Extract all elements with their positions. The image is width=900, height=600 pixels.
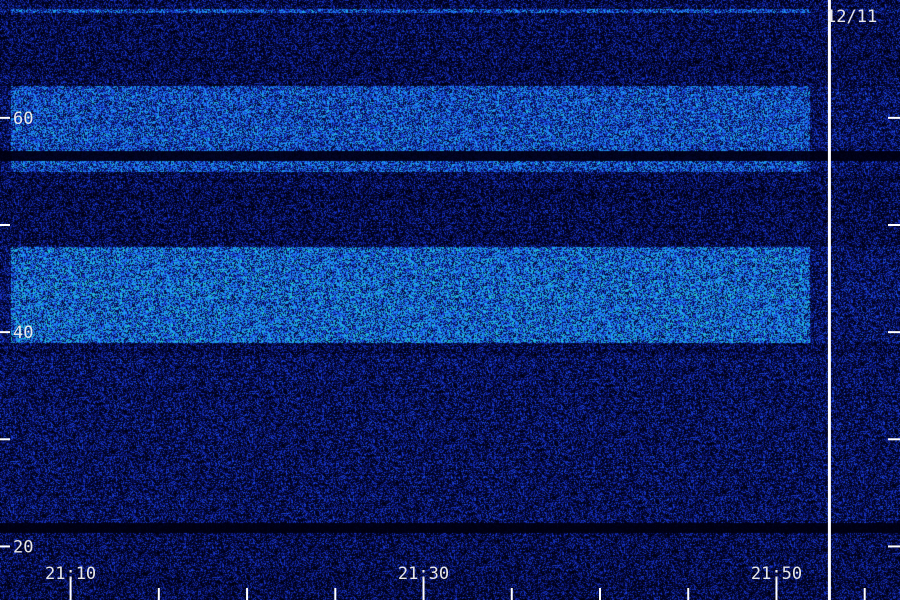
x-axis-ticks: [69, 578, 866, 600]
y-tick-label: 60: [13, 109, 33, 129]
date-label: 12/11: [826, 7, 877, 27]
x-axis-tick-labels: 21:10 21:30 21:50: [45, 564, 802, 584]
y-axis-tick-labels: 60 40 20: [13, 109, 33, 558]
y-tick-label: 20: [13, 537, 33, 557]
y-tick-label: 40: [13, 323, 33, 343]
x-tick-label: 21:10: [45, 564, 96, 584]
spectrogram-panel: 21:10 21:30 21:50 60 40 20 12/11: [0, 0, 900, 600]
axes-overlay: 21:10 21:30 21:50 60 40 20 12/11: [0, 0, 900, 600]
x-tick-label: 21:30: [398, 564, 449, 584]
x-tick-label: 21:50: [751, 564, 802, 584]
y-axis-ticks: [0, 116, 900, 548]
